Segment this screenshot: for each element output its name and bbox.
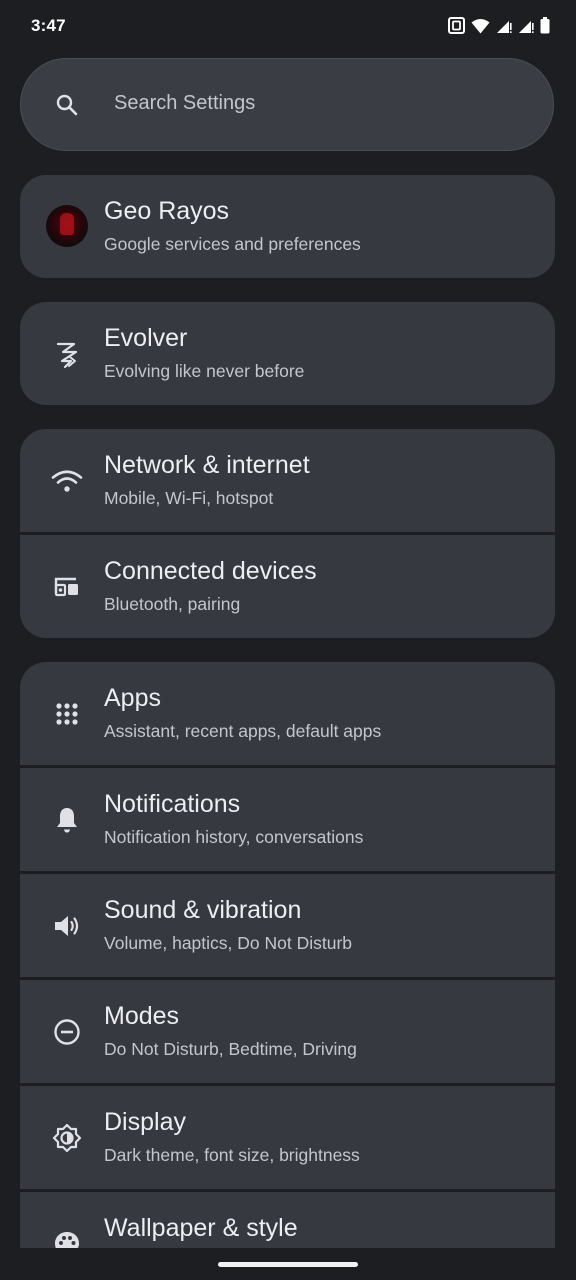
modes-subtitle: Do Not Disturb, Bedtime, Driving	[104, 1039, 357, 1059]
network-title: Network & internet	[104, 451, 310, 479]
connectivity-group: Network & internet Mobile, Wi-Fi, hotspo…	[20, 429, 555, 638]
status-icons	[448, 17, 550, 34]
connected-devices-row[interactable]: Connected devices Bluetooth, pairing	[20, 535, 555, 638]
status-bar: 3:47	[0, 0, 576, 54]
modes-row[interactable]: Modes Do Not Disturb, Bedtime, Driving	[20, 980, 555, 1083]
nfc-icon	[448, 17, 465, 34]
apps-subtitle: Assistant, recent apps, default apps	[104, 721, 382, 741]
connected-devices-title: Connected devices	[104, 557, 317, 585]
notifications-subtitle: Notification history, conversations	[104, 827, 364, 847]
sound-subtitle: Volume, haptics, Do Not Disturb	[104, 933, 353, 953]
search-icon	[56, 94, 78, 116]
signal-icon-1	[497, 20, 512, 33]
apps-row[interactable]: Apps Assistant, recent apps, default app…	[20, 662, 555, 765]
apps-grid-icon	[48, 699, 86, 729]
speaker-icon	[48, 911, 86, 941]
account-card: Geo Rayos Google services and preference…	[20, 175, 555, 278]
evolver-subtitle: Evolving like never before	[104, 361, 305, 381]
sound-title: Sound & vibration	[104, 896, 302, 924]
bell-icon	[48, 805, 86, 835]
account-name: Geo Rayos	[104, 197, 230, 225]
avatar	[46, 205, 88, 247]
evolver-card: Evolver Evolving like never before	[20, 302, 555, 405]
network-internet-row[interactable]: Network & internet Mobile, Wi-Fi, hotspo…	[20, 429, 555, 532]
evolver-row[interactable]: Evolver Evolving like never before	[20, 302, 555, 405]
settings-screen: 3:47 Search Settings Geo Rayos Google se…	[0, 0, 576, 1280]
modes-title: Modes	[104, 1002, 180, 1030]
display-subtitle: Dark theme, font size, brightness	[104, 1145, 360, 1165]
signal-icon-2	[519, 20, 534, 33]
wifi-icon	[48, 466, 86, 496]
evolver-icon	[48, 339, 86, 369]
search-placeholder: Search Settings	[114, 92, 256, 114]
gesture-nav-handle[interactable]	[218, 1262, 358, 1267]
status-time: 3:47	[31, 16, 66, 35]
display-row[interactable]: Display Dark theme, font size, brightnes…	[20, 1086, 555, 1189]
network-subtitle: Mobile, Wi-Fi, hotspot	[104, 488, 274, 508]
minus-circle-icon	[48, 1017, 86, 1047]
apps-title: Apps	[104, 684, 161, 712]
connected-devices-subtitle: Bluetooth, pairing	[104, 594, 241, 614]
account-row[interactable]: Geo Rayos Google services and preference…	[20, 175, 555, 278]
account-subtitle: Google services and preferences	[104, 234, 361, 254]
evolver-title: Evolver	[104, 324, 188, 352]
notifications-row[interactable]: Notifications Notification history, conv…	[20, 768, 555, 871]
devices-icon	[48, 572, 86, 602]
settings-group: Apps Assistant, recent apps, default app…	[20, 662, 555, 1280]
sound-vibration-row[interactable]: Sound & vibration Volume, haptics, Do No…	[20, 874, 555, 977]
battery-icon	[540, 17, 550, 34]
search-settings-bar[interactable]: Search Settings	[20, 58, 554, 151]
wifi-status-icon	[471, 18, 490, 33]
brightness-icon	[48, 1123, 86, 1153]
notifications-title: Notifications	[104, 790, 241, 818]
wallpaper-title: Wallpaper & style	[104, 1214, 298, 1242]
display-title: Display	[104, 1108, 186, 1136]
